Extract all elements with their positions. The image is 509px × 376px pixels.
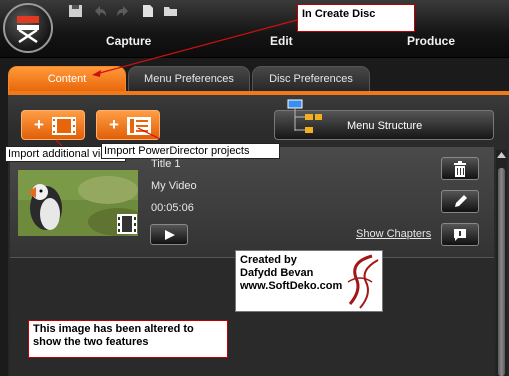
new-file-icon <box>143 5 153 17</box>
annotation-create-disc: In Create Disc <box>297 4 415 32</box>
play-icon <box>165 230 175 240</box>
chapter-button[interactable] <box>441 223 479 246</box>
film-strip-icon <box>52 117 76 135</box>
pencil-icon <box>455 195 467 207</box>
undo-icon <box>95 6 106 16</box>
director-chair-icon <box>17 16 39 43</box>
annotation-altered: This image has been altered to show the … <box>28 320 228 358</box>
item-video-name: My Video <box>151 180 197 192</box>
delete-button[interactable] <box>441 157 479 180</box>
import-videos-button[interactable]: + <box>21 110 85 140</box>
import-powerdirector-button[interactable]: + <box>96 110 160 140</box>
scroll-up-icon[interactable] <box>497 151 506 159</box>
chapter-icon <box>454 229 466 241</box>
redo-icon <box>117 6 128 16</box>
nav-edit[interactable]: Edit <box>270 34 293 48</box>
plus-icon: + <box>109 115 119 134</box>
open-folder-icon <box>164 7 177 16</box>
menu-structure-button[interactable]: Menu Structure <box>274 99 494 140</box>
credit-line: Dafydd Bevan <box>240 267 314 279</box>
trash-icon <box>454 161 466 177</box>
menu-tree-icon <box>287 99 322 133</box>
item-duration: 00:05:06 <box>151 202 194 214</box>
plus-icon: + <box>34 115 44 134</box>
app-logo[interactable] <box>3 3 53 53</box>
tab-menu-preferences[interactable]: Menu Preferences <box>128 66 250 92</box>
menu-structure-label: Menu Structure <box>347 120 423 132</box>
undo-button[interactable] <box>92 4 108 18</box>
signature-logo <box>347 254 379 309</box>
redo-button[interactable] <box>115 4 131 18</box>
annotation-import-pd: Import PowerDirector projects <box>101 143 280 159</box>
credit-line: Created by <box>240 254 297 266</box>
new-file-button[interactable] <box>140 4 156 18</box>
save-button[interactable] <box>68 4 84 18</box>
item-title: Title 1 <box>151 158 181 170</box>
credit-line: www.SoftDeko.com <box>240 280 343 292</box>
open-folder-button[interactable] <box>163 4 179 18</box>
edit-button[interactable] <box>441 190 479 213</box>
tab-disc-preferences[interactable]: Disc Preferences <box>252 66 370 92</box>
tab-content[interactable]: Content <box>8 66 126 92</box>
nav-produce[interactable]: Produce <box>407 34 455 48</box>
save-icon <box>69 5 82 17</box>
scrollbar-thumb[interactable] <box>498 168 505 376</box>
video-file-icon <box>117 214 137 234</box>
play-button[interactable] <box>150 224 188 245</box>
project-list-icon <box>127 117 151 135</box>
show-chapters-link[interactable]: Show Chapters <box>356 228 431 240</box>
nav-capture[interactable]: Capture <box>106 34 151 48</box>
